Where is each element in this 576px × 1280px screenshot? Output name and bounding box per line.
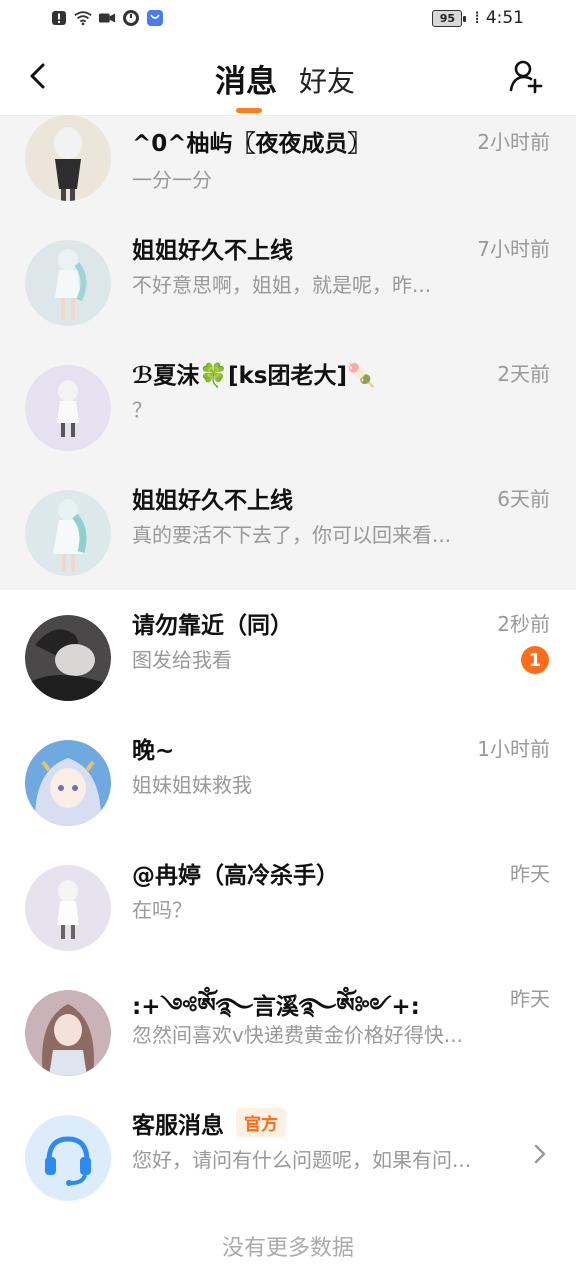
official-tag: 官方: [236, 1108, 286, 1137]
list-item[interactable]: 姐姐好久不上线 真的要活不下去了，你可以回来看... 6天前: [0, 465, 576, 590]
contact-name: ℬ夏沫🍀[ks团老大]🍡: [132, 363, 376, 389]
wifi-icon: [74, 9, 92, 27]
contact-name: 请勿靠近（同）: [132, 613, 293, 639]
message-preview: ？: [132, 398, 152, 422]
timestamp: 6天前: [497, 487, 550, 511]
timestamp: 7小时前: [477, 237, 550, 261]
avatar: [25, 865, 111, 951]
message-preview: 一分一分: [132, 168, 212, 192]
chevron-right-icon: [532, 1142, 548, 1166]
contact-name: @冉婷（高冷杀手）: [132, 863, 339, 889]
tab-friends[interactable]: 好友: [299, 60, 355, 100]
unread-badge: 1: [521, 646, 549, 674]
conversation-list: ^0^柚屿〖夜夜成员〗 一分一分 2小时前 姐姐好久不上线 不好意思啊，姐姐，就…: [0, 115, 576, 1215]
add-user-icon[interactable]: [506, 56, 546, 96]
top-nav: 消息 好友: [0, 38, 576, 116]
signal-divider: ⁞: [474, 8, 480, 28]
timestamp: 1小时前: [477, 737, 550, 761]
list-item[interactable]: @冉婷（高冷杀手） 在吗？ 昨天: [0, 840, 576, 965]
avatar: [25, 365, 111, 451]
message-preview: 在吗？: [132, 898, 192, 922]
active-tab-indicator: [236, 108, 262, 113]
battery-indicator: 95: [432, 9, 467, 27]
avatar: [25, 115, 111, 201]
message-preview: 真的要活不下去了，你可以回来看...: [132, 523, 452, 547]
contact-name: 晚~: [132, 738, 175, 764]
timer-icon: [122, 9, 140, 27]
app-icon: [146, 9, 164, 27]
clock: 4:51: [485, 8, 524, 28]
headset-icon: [25, 1115, 111, 1201]
back-icon[interactable]: [22, 58, 58, 94]
list-item[interactable]: ^0^柚屿〖夜夜成员〗 一分一分 2小时前: [0, 115, 576, 215]
contact-name: 客服消息 官方: [132, 1106, 286, 1140]
timestamp: 2小时前: [477, 130, 550, 154]
contact-name: ^0^柚屿〖夜夜成员〗: [132, 131, 371, 157]
no-more-data-label: 没有更多数据: [221, 1236, 354, 1261]
list-item[interactable]: :+༺ༀ࿐言溪࿐ༀ༻+: 忽然间喜欢v快递费黄金价格好得快... 昨天: [0, 965, 576, 1090]
timestamp: 昨天: [510, 862, 550, 886]
message-preview: 您好，请问有什么问题呢，如果有问...: [132, 1148, 472, 1172]
tab-messages[interactable]: 消息: [215, 56, 277, 101]
avatar: [25, 990, 111, 1076]
message-preview: 图发给我看: [132, 648, 232, 672]
video-icon: [98, 9, 116, 27]
contact-name: 姐姐好久不上线: [132, 238, 293, 264]
timestamp: 昨天: [510, 987, 550, 1011]
list-item[interactable]: 客服消息 官方 您好，请问有什么问题呢，如果有问...: [0, 1090, 576, 1215]
message-preview: 不好意思啊，姐姐，就是呢，昨...: [132, 273, 432, 297]
status-bar: 95 ⁞ 4:51: [0, 0, 576, 38]
customer-service-label: 客服消息: [132, 1113, 224, 1139]
avatar: [25, 240, 111, 326]
list-item[interactable]: 姐姐好久不上线 不好意思啊，姐姐，就是呢，昨... 7小时前: [0, 215, 576, 340]
avatar: [25, 490, 111, 576]
list-item[interactable]: ℬ夏沫🍀[ks团老大]🍡 ？ 2天前: [0, 340, 576, 465]
message-preview: 姐妹姐妹救我: [132, 773, 252, 797]
alert-icon: [50, 9, 68, 27]
timestamp: 2天前: [497, 362, 550, 386]
avatar: [25, 740, 111, 826]
list-item[interactable]: 请勿靠近（同） 图发给我看 2秒前 1: [0, 590, 576, 715]
contact-name: 姐姐好久不上线: [132, 488, 293, 514]
avatar: [25, 615, 111, 701]
list-item[interactable]: 晚~ 姐妹姐妹救我 1小时前: [0, 715, 576, 840]
message-preview: 忽然间喜欢v快递费黄金价格好得快...: [132, 1023, 463, 1047]
timestamp: 2秒前: [497, 612, 550, 636]
